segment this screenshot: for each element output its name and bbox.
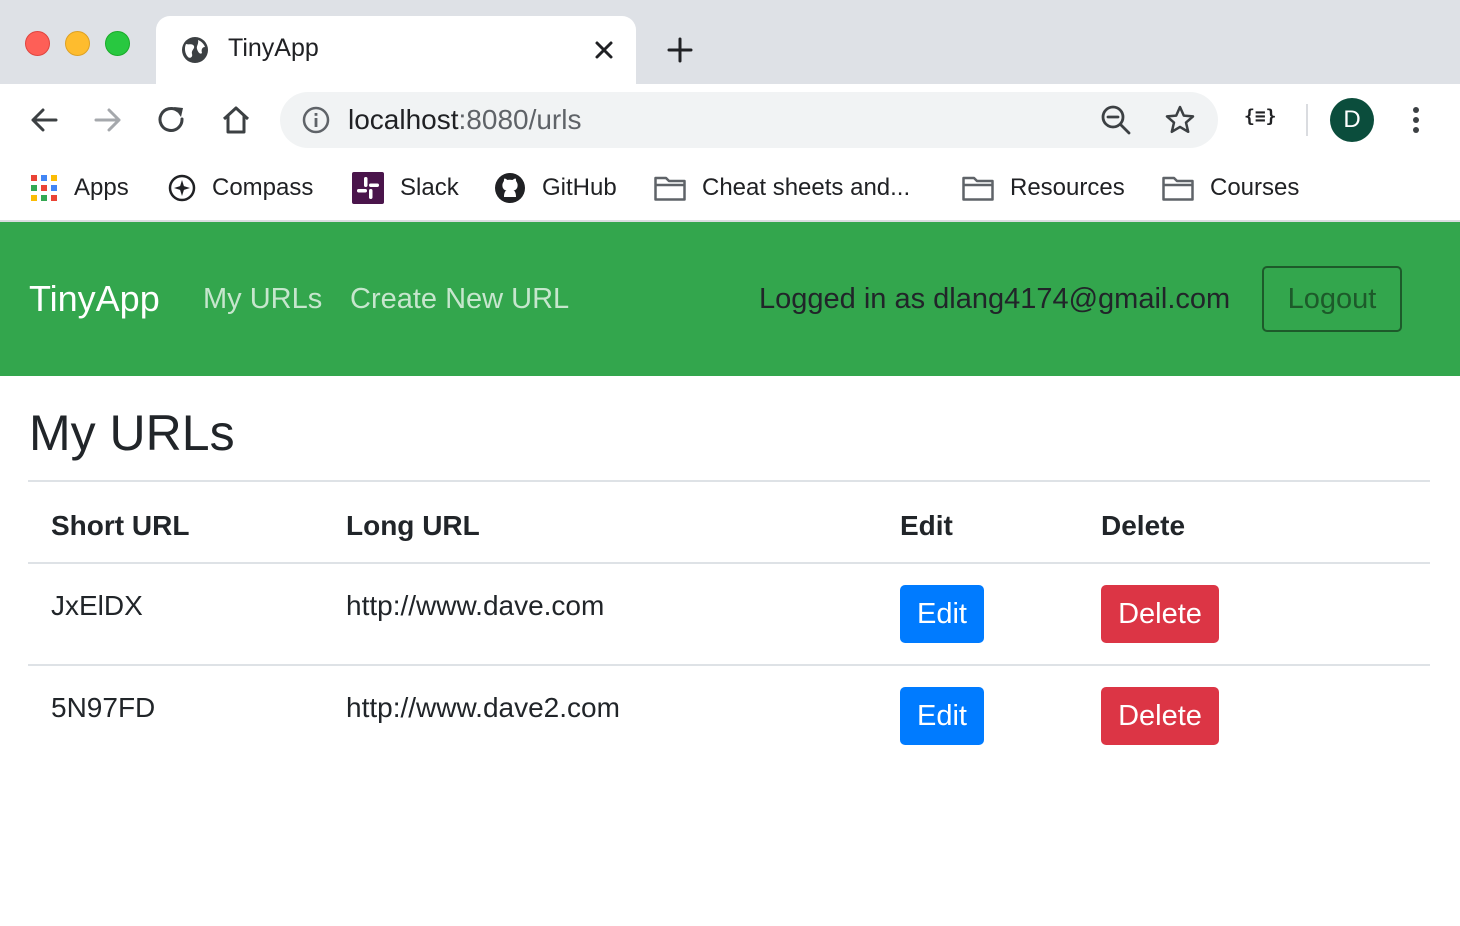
short-url-cell: 5N97FD <box>28 664 323 767</box>
table-row: JxElDX http://www.dave.com Edit Delete <box>28 563 1430 665</box>
close-window-button[interactable] <box>25 31 50 56</box>
back-arrow-icon[interactable] <box>26 102 62 138</box>
page-title: My URLs <box>29 405 235 461</box>
folder-icon <box>654 176 686 201</box>
bookmark-apps[interactable]: Apps <box>30 168 129 208</box>
forward-arrow-icon[interactable] <box>90 102 126 138</box>
slack-icon <box>352 172 384 204</box>
bookmark-label: Compass <box>212 174 314 201</box>
long-url-cell: http://www.dave.com <box>346 590 605 621</box>
bookmark-compass[interactable]: Compass <box>168 168 313 208</box>
edit-button[interactable]: Edit <box>900 687 984 745</box>
url-text: localhost:8080/urls <box>348 104 582 135</box>
zoom-out-icon[interactable] <box>1100 104 1132 136</box>
bookmark-label: Courses <box>1210 174 1300 201</box>
brand-link[interactable]: TinyApp <box>29 278 160 320</box>
column-header-short-url: Short URL <box>28 480 323 564</box>
bookmark-cheat-sheets[interactable]: Cheat sheets and... <box>654 168 910 208</box>
urls-table: Short URL Long URL Edit Delete JxElDX ht… <box>28 480 1430 767</box>
nav-create-new-url[interactable]: Create New URL <box>350 283 569 316</box>
apps-grid-icon <box>31 175 57 201</box>
logged-in-status: Logged in as dlang4174@gmail.com <box>759 283 1231 315</box>
column-header-edit: Edit <box>877 480 1078 564</box>
globe-icon <box>182 37 208 63</box>
tab-strip: TinyApp <box>0 0 1460 84</box>
edit-button[interactable]: Edit <box>900 585 984 643</box>
extension-icon[interactable]: {≡} <box>1244 106 1277 127</box>
long-url-cell: http://www.dave2.com <box>323 664 877 767</box>
table-row: 5N97FD http://www.dave2.com Edit Delete <box>28 664 1430 767</box>
folder-icon <box>1162 176 1194 201</box>
bookmarks-bar: Apps Compass Slack GitHub Cheat sheets a… <box>0 156 1460 222</box>
table-header-row: Short URL Long URL Edit Delete <box>28 480 1430 564</box>
home-icon[interactable] <box>218 102 254 138</box>
github-icon <box>495 173 525 203</box>
tab-title: TinyApp <box>228 34 319 62</box>
bookmark-courses[interactable]: Courses <box>1162 168 1299 208</box>
short-url-cell: JxElDX <box>51 590 143 621</box>
new-tab-icon[interactable] <box>664 34 696 66</box>
browser-tab-active[interactable]: TinyApp <box>156 16 636 84</box>
column-header-delete: Delete <box>1078 480 1430 564</box>
bookmark-label: Cheat sheets and... <box>702 174 911 201</box>
nav-my-urls[interactable]: My URLs <box>203 283 322 316</box>
bookmark-github[interactable]: GitHub <box>494 168 617 208</box>
column-header-long-url: Long URL <box>323 480 877 564</box>
toolbar-divider <box>1306 104 1308 136</box>
app-navbar: TinyApp My URLs Create New URL Logged in… <box>0 222 1460 376</box>
more-menu-icon[interactable] <box>1404 104 1428 136</box>
bookmark-label: Resources <box>1010 174 1125 201</box>
edit-cell: Edit <box>877 664 1078 767</box>
folder-icon <box>962 176 994 201</box>
logout-button[interactable]: Logout <box>1262 266 1402 332</box>
compass-icon <box>168 174 196 202</box>
delete-cell: Delete <box>1078 563 1430 665</box>
browser-toolbar: localhost:8080/urls {≡} D <box>0 84 1460 156</box>
bookmark-label: Slack <box>400 174 459 201</box>
close-tab-icon[interactable] <box>590 36 618 64</box>
bookmark-label: GitHub <box>542 174 617 201</box>
minimize-window-button[interactable] <box>65 31 90 56</box>
address-bar[interactable]: localhost:8080/urls <box>280 92 1218 148</box>
info-icon[interactable] <box>302 106 330 134</box>
delete-button[interactable]: Delete <box>1101 585 1219 643</box>
profile-avatar[interactable]: D <box>1330 98 1374 142</box>
bookmark-slack[interactable]: Slack <box>352 168 459 208</box>
edit-cell: Edit <box>877 563 1078 665</box>
delete-button[interactable]: Delete <box>1101 687 1219 745</box>
reload-icon[interactable] <box>154 102 190 138</box>
bookmark-resources[interactable]: Resources <box>962 168 1125 208</box>
maximize-window-button[interactable] <box>105 31 130 56</box>
bookmark-star-icon[interactable] <box>1164 104 1196 136</box>
delete-cell: Delete <box>1078 664 1430 767</box>
bookmark-label: Apps <box>74 174 129 201</box>
